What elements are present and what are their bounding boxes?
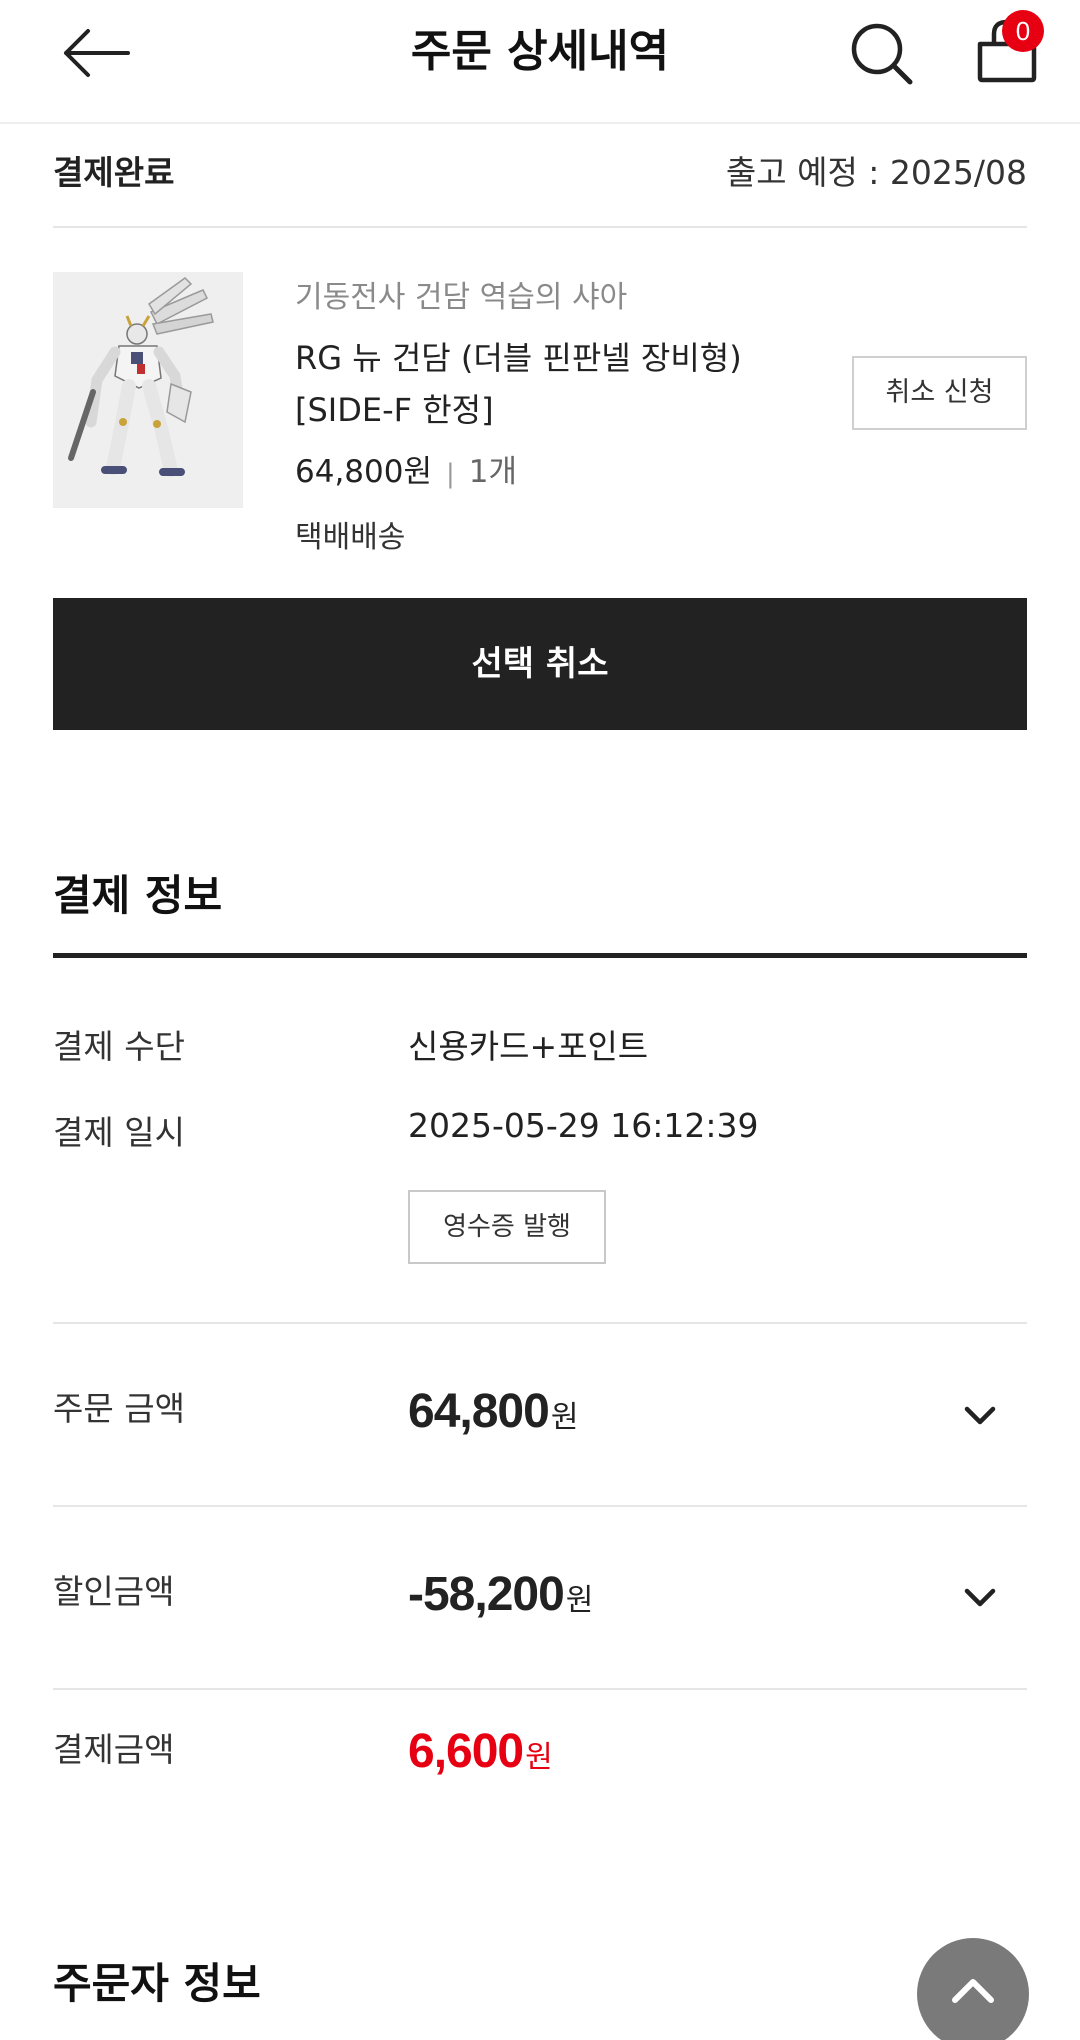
- order-product-item: 기동전사 건담 역습의 샤아 RG 뉴 건담 (더블 핀판넬 장비형) [SID…: [53, 228, 1027, 598]
- chevron-down-icon: [964, 1406, 996, 1425]
- select-cancel-button[interactable]: 선택 취소: [53, 598, 1027, 730]
- discount-amount-expand[interactable]: [960, 1578, 1000, 1618]
- gundam-figure-image: [53, 272, 243, 508]
- scroll-to-top-button[interactable]: [917, 1938, 1029, 2040]
- order-amount-expand[interactable]: [960, 1396, 1000, 1436]
- ship-date: 출고 예정 : 2025/08: [725, 153, 1027, 192]
- product-price-line: 64,800원 | 1개: [295, 446, 517, 491]
- app-header: 주문 상세내역 0: [0, 0, 1080, 124]
- final-amount-label: 결제금액: [53, 1730, 175, 1769]
- cart-count-badge: 0: [1002, 10, 1044, 52]
- payment-method-value: 신용카드+포인트: [408, 1027, 649, 1066]
- price-qty-separator: |: [446, 459, 455, 489]
- order-status-row: 결제완료 출고 예정 : 2025/08: [53, 124, 1027, 228]
- payment-status: 결제완료: [53, 153, 175, 192]
- orderer-info-title: 주문자 정보: [53, 1959, 261, 2008]
- payment-method-label: 결제 수단: [53, 1027, 185, 1066]
- currency-unit: 원: [565, 1584, 594, 1617]
- search-icon: [851, 23, 913, 85]
- currency-unit: 원: [525, 1741, 553, 1774]
- payment-date-value: 2025-05-29 16:12:39: [408, 1106, 759, 1145]
- chevron-up-icon: [952, 1979, 994, 2003]
- delivery-method: 택배배송: [295, 520, 406, 555]
- section-divider: [53, 953, 1027, 958]
- final-amount-value: 6,600: [408, 1725, 524, 1778]
- discount-amount-value: -58,200: [408, 1568, 565, 1621]
- payment-date-label: 결제 일시: [53, 1113, 185, 1152]
- divider: [53, 1688, 1027, 1690]
- page-title: 주문 상세내역: [410, 26, 670, 77]
- order-amount: 64,800원: [408, 1384, 579, 1439]
- product-name[interactable]: RG 뉴 건담 (더블 핀판넬 장비형) [SIDE-F 한정]: [295, 332, 765, 436]
- divider: [53, 1505, 1027, 1507]
- product-brand: 기동전사 건담 역습의 샤아: [295, 280, 628, 315]
- discount-amount: -58,200원: [408, 1567, 594, 1622]
- final-amount: 6,600원: [408, 1724, 553, 1779]
- currency-unit: 원: [550, 1401, 579, 1434]
- receipt-issue-button[interactable]: 영수증 발행: [408, 1190, 606, 1264]
- product-price: 64,800원: [295, 454, 432, 490]
- order-amount-value: 64,800: [408, 1385, 550, 1438]
- chevron-down-icon: [964, 1588, 996, 1607]
- order-amount-label: 주문 금액: [53, 1389, 185, 1428]
- payment-info-title: 결제 정보: [53, 871, 223, 920]
- product-quantity: 1개: [468, 454, 518, 490]
- cancel-request-button[interactable]: 취소 신청: [852, 356, 1027, 430]
- divider: [53, 1322, 1027, 1324]
- product-image[interactable]: [53, 272, 243, 508]
- search-button[interactable]: [846, 18, 918, 90]
- discount-amount-label: 할인금액: [53, 1572, 175, 1611]
